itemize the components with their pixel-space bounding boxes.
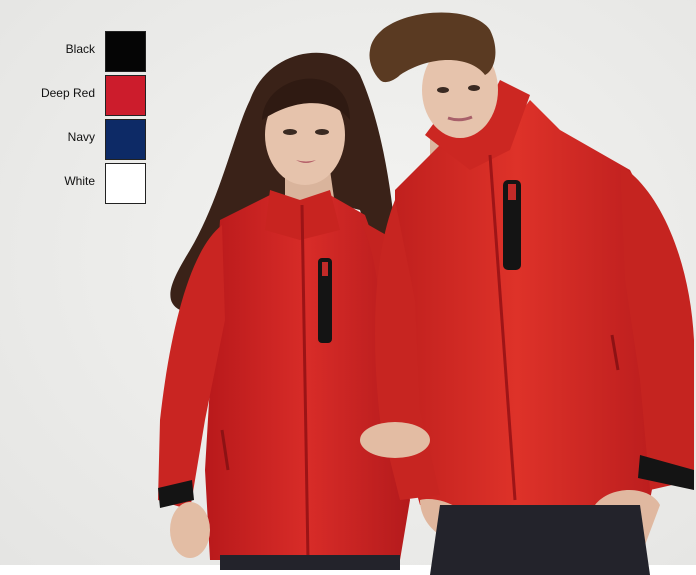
swatch-label: Navy: [67, 130, 95, 144]
color-swatch-list: Black Deep Red Navy White: [0, 30, 160, 206]
swatch-white[interactable]: White: [0, 162, 160, 206]
swatch-color-box[interactable]: [105, 119, 146, 160]
swatch-deep-red[interactable]: Deep Red: [0, 74, 160, 118]
swatch-label: Deep Red: [40, 86, 95, 100]
swatch-black[interactable]: Black: [0, 30, 160, 74]
swatch-color-box[interactable]: [105, 75, 146, 116]
swatch-navy[interactable]: Navy: [0, 118, 160, 162]
swatch-color-box[interactable]: [105, 163, 146, 204]
swatch-label: White: [64, 174, 95, 188]
product-image: Black Deep Red Navy White: [0, 0, 696, 575]
swatch-label: Black: [65, 42, 95, 56]
swatch-color-box[interactable]: [105, 31, 146, 72]
